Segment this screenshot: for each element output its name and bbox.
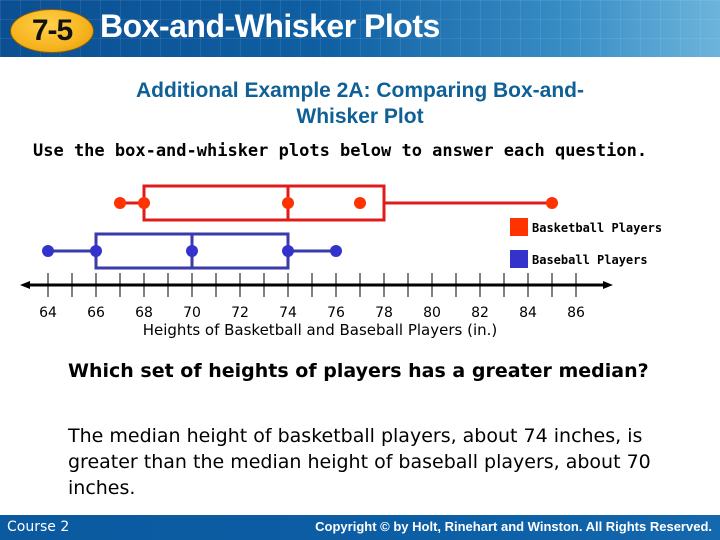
section-number: 7-5 bbox=[31, 14, 73, 47]
iqr-box bbox=[142, 184, 386, 222]
legend-label: Basketball Players bbox=[532, 221, 662, 235]
axis-arrow-left bbox=[20, 281, 30, 289]
legend-swatch bbox=[510, 218, 528, 236]
example-title: Additional Example 2A: Comparing Box-and… bbox=[0, 78, 720, 130]
data-point bbox=[282, 245, 294, 257]
x-tick-label: 78 bbox=[375, 305, 393, 321]
data-point bbox=[186, 245, 198, 257]
x-tick-label: 76 bbox=[327, 305, 345, 321]
box-plot-baseball-players bbox=[42, 232, 342, 270]
copyright-text: Copyright © by Holt, Rinehart and Winsto… bbox=[315, 519, 712, 534]
course-label: Course 2 bbox=[7, 519, 70, 535]
x-tick-label: 82 bbox=[471, 305, 489, 321]
example-title-line2: Whisker Plot bbox=[296, 105, 424, 128]
x-tick-label: 66 bbox=[87, 305, 105, 321]
x-tick-label: 68 bbox=[135, 305, 153, 321]
data-point bbox=[114, 197, 126, 209]
instructions: Use the box-and-whisker plots below to a… bbox=[33, 141, 648, 161]
x-tick-label: 80 bbox=[423, 305, 441, 321]
footer-bar: Course 2 Copyright © by Holt, Rinehart a… bbox=[0, 515, 720, 540]
lesson-title: Box-and-Whisker Plots bbox=[100, 8, 440, 44]
answer-text: The median height of basketball players,… bbox=[68, 425, 651, 499]
data-point bbox=[282, 197, 294, 209]
box-plot-basketball-players bbox=[114, 184, 558, 222]
example-title-line1: Additional Example 2A: Comparing Box-and… bbox=[135, 79, 585, 102]
data-point bbox=[330, 245, 342, 257]
x-tick-label: 84 bbox=[519, 305, 537, 321]
legend-swatch bbox=[510, 250, 528, 268]
x-tick-label: 72 bbox=[231, 305, 249, 321]
data-point bbox=[90, 245, 102, 257]
data-point bbox=[546, 197, 558, 209]
x-axis-label: Heights of Basketball and Baseball Playe… bbox=[143, 321, 498, 339]
header-banner: 7-5 Box-and-Whisker Plots bbox=[0, 0, 720, 57]
data-point bbox=[354, 197, 366, 209]
question-text: Which set of heights of players has a gr… bbox=[68, 360, 649, 382]
axis-arrow-right bbox=[603, 281, 613, 289]
data-point bbox=[42, 245, 54, 257]
data-point bbox=[138, 197, 150, 209]
section-badge: 7-5 bbox=[10, 9, 94, 53]
x-tick-label: 86 bbox=[567, 305, 585, 321]
x-tick-label: 64 bbox=[39, 305, 57, 321]
x-tick-label: 74 bbox=[279, 305, 297, 321]
legend-label: Baseball Players bbox=[532, 253, 648, 267]
x-tick-label: 70 bbox=[183, 305, 201, 321]
box-whisker-chart: Basketball Players Baseball Players 64 66 6… bbox=[20, 184, 662, 339]
